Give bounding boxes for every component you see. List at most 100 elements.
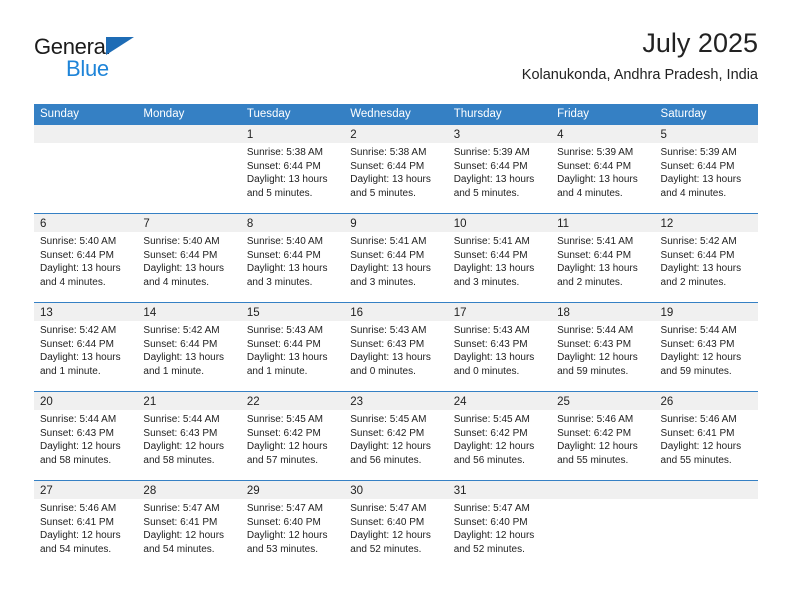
sunset-text: Sunset: 6:43 PM <box>660 338 735 350</box>
calendar-day-cell[interactable]: 12 Sunrise: 5:42 AM Sunset: 6:44 PM Dayligh… <box>654 214 758 302</box>
calendar-day-cell[interactable]: 30 Sunrise: 5:47 AM Sunset: 6:40 PM Dayligh… <box>344 481 448 569</box>
calendar-day-cell[interactable]: 18 Sunrise: 5:44 AM Sunset: 6:43 PM Dayligh… <box>551 303 655 391</box>
day-sun-info: Sunrise: 5:43 AM Sunset: 6:43 PM Daylight:… <box>448 321 551 378</box>
sunrise-text: Sunrise: 5:44 AM <box>143 414 220 425</box>
day-number-band: 31 <box>447 481 552 499</box>
calendar-day-cell[interactable]: 8 Sunrise: 5:40 AM Sunset: 6:44 PM Daylight… <box>240 214 345 302</box>
calendar-day-cell[interactable]: 10 Sunrise: 5:41 AM Sunset: 6:44 PM Dayligh… <box>447 214 552 302</box>
sunset-text: Sunset: 6:43 PM <box>40 427 114 439</box>
calendar-day-cell[interactable]: 28 Sunrise: 5:47 AM Sunset: 6:41 PM Dayligh… <box>137 481 241 569</box>
day-sun-info: Sunrise: 5:41 AM Sunset: 6:44 PM Daylight:… <box>448 232 551 289</box>
daylight-text-line2: and 3 minutes. <box>453 276 520 288</box>
calendar-day-cell[interactable]: 3 Sunrise: 5:39 AM Sunset: 6:44 PM Daylight… <box>447 125 552 213</box>
day-sun-info: Sunrise: 5:44 AM Sunset: 6:43 PM Daylight:… <box>655 321 758 378</box>
sunrise-text: Sunrise: 5:45 AM <box>246 414 323 425</box>
calendar-day-cell[interactable]: 1 Sunrise: 5:38 AM Sunset: 6:44 PM Daylight… <box>240 125 345 213</box>
day-number-band: 29 <box>240 481 345 499</box>
day-number: 11 <box>557 218 570 230</box>
logo-text-blue: Blue <box>66 56 109 81</box>
day-number: 29 <box>246 485 260 497</box>
day-number-band: 4 <box>551 125 655 143</box>
day-number: 4 <box>557 129 564 141</box>
weekday-header-row: Sunday Monday Tuesday Wednesday Thursday… <box>34 104 758 125</box>
sunset-text: Sunset: 6:44 PM <box>350 249 425 261</box>
calendar-day-cell[interactable]: 13 Sunrise: 5:42 AM Sunset: 6:44 PM Dayligh… <box>34 303 138 391</box>
calendar-day-cell[interactable]: 19 Sunrise: 5:44 AM Sunset: 6:43 PM Dayligh… <box>654 303 758 391</box>
daylight-text-line2: and 1 minute. <box>143 365 205 377</box>
calendar-day-cell-empty <box>551 481 655 569</box>
day-number-band <box>654 481 758 499</box>
daylight-text-line1: Daylight: 12 hours <box>246 441 328 452</box>
calendar-day-cell[interactable]: 5 Sunrise: 5:39 AM Sunset: 6:44 PM Daylight… <box>654 125 758 213</box>
day-number: 30 <box>350 485 364 497</box>
daylight-text-line1: Daylight: 13 hours <box>453 174 535 185</box>
daylight-text-line1: Daylight: 13 hours <box>40 263 121 274</box>
calendar-day-cell[interactable]: 31 Sunrise: 5:47 AM Sunset: 6:40 PM Dayligh… <box>447 481 552 569</box>
calendar-grid: Sunday Monday Tuesday Wednesday Thursday… <box>34 104 758 569</box>
weekday-monday: Monday <box>143 108 185 120</box>
daylight-text-line2: and 59 minutes. <box>557 365 629 377</box>
calendar-day-cell[interactable]: 15 Sunrise: 5:43 AM Sunset: 6:44 PM Dayligh… <box>240 303 345 391</box>
daylight-text-line2: and 2 minutes. <box>557 276 623 288</box>
day-number-band: 28 <box>137 481 241 499</box>
day-number: 31 <box>453 485 467 497</box>
daylight-text-line1: Daylight: 12 hours <box>350 441 431 452</box>
daylight-text-line2: and 0 minutes. <box>350 365 416 377</box>
daylight-text-line1: Daylight: 12 hours <box>557 441 638 452</box>
calendar-day-cell[interactable]: 22 Sunrise: 5:45 AM Sunset: 6:42 PM Dayligh… <box>240 392 345 480</box>
day-number-band: 9 <box>344 214 448 232</box>
daylight-text-line1: Daylight: 12 hours <box>143 530 225 541</box>
day-number-band: 3 <box>447 125 552 143</box>
calendar-day-cell[interactable]: 24 Sunrise: 5:45 AM Sunset: 6:42 PM Dayligh… <box>447 392 552 480</box>
calendar-day-cell[interactable]: 16 Sunrise: 5:43 AM Sunset: 6:43 PM Dayligh… <box>344 303 448 391</box>
calendar-day-cell[interactable]: 29 Sunrise: 5:47 AM Sunset: 6:40 PM Dayligh… <box>240 481 345 569</box>
sunset-text: Sunset: 6:44 PM <box>453 249 528 261</box>
weekday-thursday: Thursday <box>453 108 502 120</box>
daylight-text-line2: and 52 minutes. <box>350 543 422 555</box>
calendar-day-cell[interactable]: 11 Sunrise: 5:41 AM Sunset: 6:44 PM Dayligh… <box>551 214 655 302</box>
day-sun-info: Sunrise: 5:42 AM Sunset: 6:44 PM Daylight:… <box>34 321 137 378</box>
daylight-text-line2: and 56 minutes. <box>350 454 422 466</box>
calendar-day-cell[interactable]: 14 Sunrise: 5:42 AM Sunset: 6:44 PM Dayligh… <box>137 303 241 391</box>
day-number: 13 <box>40 307 53 319</box>
day-sun-info: Sunrise: 5:44 AM Sunset: 6:43 PM Daylight:… <box>551 321 654 378</box>
day-number: 19 <box>660 307 674 319</box>
calendar-day-cell[interactable]: 27 Sunrise: 5:46 AM Sunset: 6:41 PM Dayligh… <box>34 481 138 569</box>
calendar-day-cell[interactable]: 17 Sunrise: 5:43 AM Sunset: 6:43 PM Dayligh… <box>447 303 552 391</box>
generalblue-logo[interactable]: General Blue <box>34 34 264 90</box>
day-number-band: 10 <box>447 214 552 232</box>
day-number: 3 <box>453 129 461 141</box>
calendar-day-cell[interactable]: 26 Sunrise: 5:46 AM Sunset: 6:41 PM Dayligh… <box>654 392 758 480</box>
calendar-day-cell[interactable]: 25 Sunrise: 5:46 AM Sunset: 6:42 PM Dayligh… <box>551 392 655 480</box>
calendar-day-cell[interactable]: 6 Sunrise: 5:40 AM Sunset: 6:44 PM Daylight… <box>34 214 138 302</box>
day-sun-info: Sunrise: 5:45 AM Sunset: 6:42 PM Daylight:… <box>448 410 551 467</box>
daylight-text-line2: and 58 minutes. <box>40 454 112 466</box>
daylight-text-line2: and 52 minutes. <box>453 543 525 555</box>
sunrise-text: Sunrise: 5:44 AM <box>557 325 634 336</box>
sunset-text: Sunset: 6:44 PM <box>660 160 735 172</box>
day-sun-info: Sunrise: 5:42 AM Sunset: 6:44 PM Daylight:… <box>137 321 240 378</box>
calendar-day-cell[interactable]: 7 Sunrise: 5:40 AM Sunset: 6:44 PM Daylight… <box>137 214 241 302</box>
day-number: 14 <box>143 307 157 319</box>
title-block: July 2025 Kolanukonda, Andhra Pradesh, I… <box>522 26 758 86</box>
sunrise-text: Sunrise: 5:39 AM <box>660 147 737 158</box>
daylight-text-line1: Daylight: 12 hours <box>143 441 225 452</box>
calendar-day-cell[interactable]: 9 Sunrise: 5:41 AM Sunset: 6:44 PM Daylight… <box>344 214 448 302</box>
daylight-text-line2: and 54 minutes. <box>40 543 112 555</box>
calendar-day-cell[interactable]: 4 Sunrise: 5:39 AM Sunset: 6:44 PM Daylight… <box>551 125 655 213</box>
sunset-text: Sunset: 6:43 PM <box>557 338 632 350</box>
calendar-day-cell[interactable]: 20 Sunrise: 5:44 AM Sunset: 6:43 PM Dayligh… <box>34 392 138 480</box>
sunrise-text: Sunrise: 5:39 AM <box>453 147 530 158</box>
calendar-day-cell[interactable]: 2 Sunrise: 5:38 AM Sunset: 6:44 PM Daylight… <box>344 125 448 213</box>
day-number-band: 6 <box>34 214 138 232</box>
day-number: 22 <box>246 396 260 408</box>
calendar-day-cell[interactable]: 23 Sunrise: 5:45 AM Sunset: 6:42 PM Dayligh… <box>344 392 448 480</box>
day-sun-info: Sunrise: 5:39 AM Sunset: 6:44 PM Daylight:… <box>655 143 758 200</box>
sunrise-text: Sunrise: 5:38 AM <box>350 147 427 158</box>
calendar-week-row: 20 Sunrise: 5:44 AM Sunset: 6:43 PM Dayligh… <box>34 391 758 480</box>
day-number: 9 <box>350 218 357 230</box>
calendar-day-cell[interactable]: 21 Sunrise: 5:44 AM Sunset: 6:43 PM Dayligh… <box>137 392 241 480</box>
sunrise-text: Sunrise: 5:43 AM <box>350 325 427 336</box>
calendar-week-row: 6 Sunrise: 5:40 AM Sunset: 6:44 PM Daylight… <box>34 213 758 302</box>
daylight-text-line1: Daylight: 13 hours <box>453 352 535 363</box>
